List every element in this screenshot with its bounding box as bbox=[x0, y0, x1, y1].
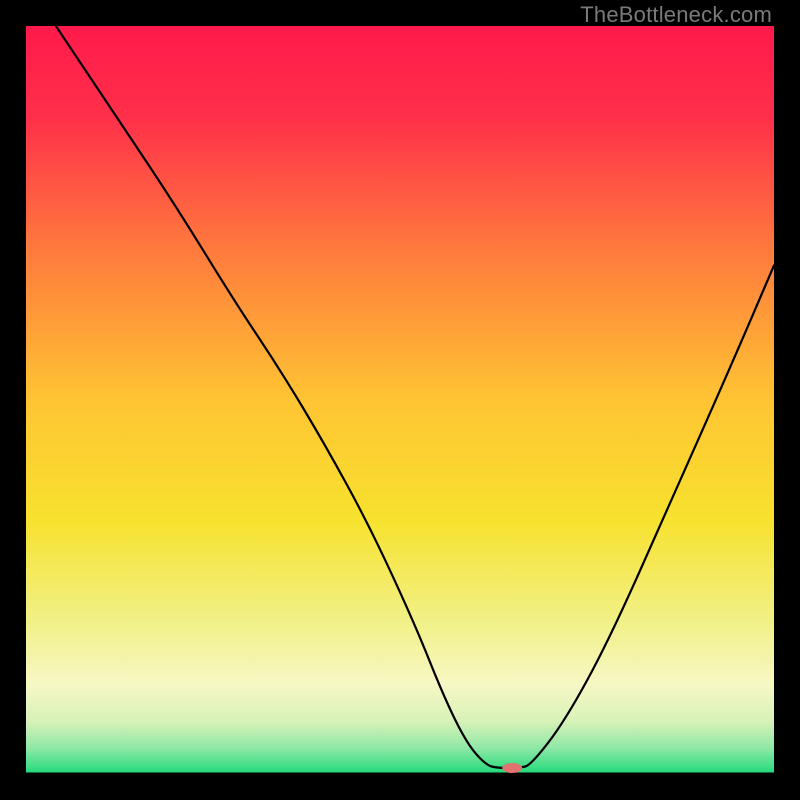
watermark-text: TheBottleneck.com bbox=[580, 2, 772, 28]
chart-stage: TheBottleneck.com bbox=[0, 0, 800, 800]
plot-area bbox=[26, 26, 774, 774]
chart-svg bbox=[26, 26, 774, 774]
optimum-marker bbox=[502, 763, 522, 773]
gradient-background bbox=[26, 26, 774, 774]
